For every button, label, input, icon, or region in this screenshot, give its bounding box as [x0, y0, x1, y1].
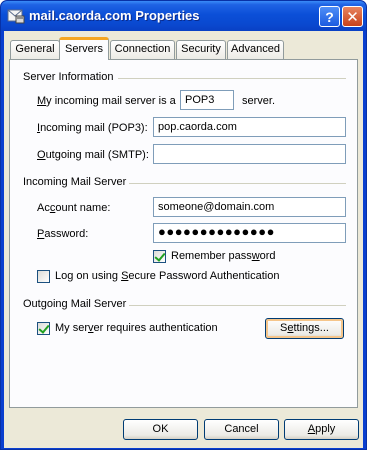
servers-tab-panel: Server Information My incoming mail serv… [9, 59, 358, 408]
tab-general[interactable]: General [10, 40, 60, 59]
title-bar[interactable]: mail.caorda.com Properties ? ✕ [1, 1, 366, 31]
remember-password-label[interactable]: Remember password [171, 250, 276, 262]
help-button[interactable]: ? [319, 6, 340, 27]
apply-button[interactable]: Apply [284, 419, 359, 440]
tab-label: General [15, 43, 55, 55]
incoming-mail-input[interactable]: pop.caorda.com [153, 117, 346, 137]
tab-label: Security [181, 43, 221, 55]
help-icon: ? [325, 8, 334, 25]
spa-label[interactable]: Log on using Secure Password Authenticat… [55, 270, 279, 282]
group-divider [118, 78, 346, 79]
outgoing-mail-server-heading: Outgoing Mail Server [23, 298, 127, 310]
tab-label: Servers [65, 43, 103, 55]
cancel-button[interactable]: Cancel [204, 419, 279, 440]
group-divider [129, 305, 346, 306]
settings-button[interactable]: Settings... [265, 318, 344, 339]
spa-checkbox[interactable] [37, 270, 50, 283]
outgoing-mail-label: Outgoing mail (SMTP): [37, 149, 149, 161]
tab-advanced[interactable]: Advanced [227, 40, 284, 59]
incoming-mail-server-heading: Incoming Mail Server [23, 176, 127, 188]
group-divider [129, 183, 346, 184]
properties-dialog: mail.caorda.com Properties ? ✕ General S… [0, 0, 367, 450]
incoming-mail-label: Incoming mail (POP3): [37, 122, 148, 134]
tab-servers[interactable]: Servers [59, 37, 109, 60]
tab-security[interactable]: Security [176, 40, 226, 59]
server-requires-auth-label[interactable]: My server requires authentication [55, 322, 218, 334]
close-button[interactable]: ✕ [342, 6, 363, 27]
tab-connection[interactable]: Connection [110, 40, 175, 59]
account-name-label: Account name: [37, 202, 111, 214]
close-icon: ✕ [346, 8, 359, 26]
incoming-server-type-field: POP3 [180, 90, 234, 110]
dialog-client-area: General Servers Connection Security Adva… [4, 31, 363, 448]
remember-password-checkbox[interactable] [153, 250, 166, 263]
server-suffix-label: server. [242, 95, 276, 107]
ok-button[interactable]: OK [123, 419, 198, 440]
outgoing-mail-input[interactable] [153, 144, 346, 164]
password-input[interactable]: ●●●●●●●●●●●●●● [153, 223, 346, 243]
incoming-server-type-label: My incoming mail server is a [37, 95, 176, 107]
server-requires-auth-checkbox[interactable] [37, 322, 50, 335]
mail-account-icon [7, 9, 25, 24]
tab-label: Connection [114, 43, 171, 55]
tab-label: Advanced [231, 43, 280, 55]
window-title: mail.caorda.com Properties [29, 8, 200, 23]
password-label: Password: [37, 228, 89, 240]
account-name-input[interactable]: someone@domain.com [153, 197, 346, 217]
server-information-heading: Server Information [23, 71, 114, 83]
